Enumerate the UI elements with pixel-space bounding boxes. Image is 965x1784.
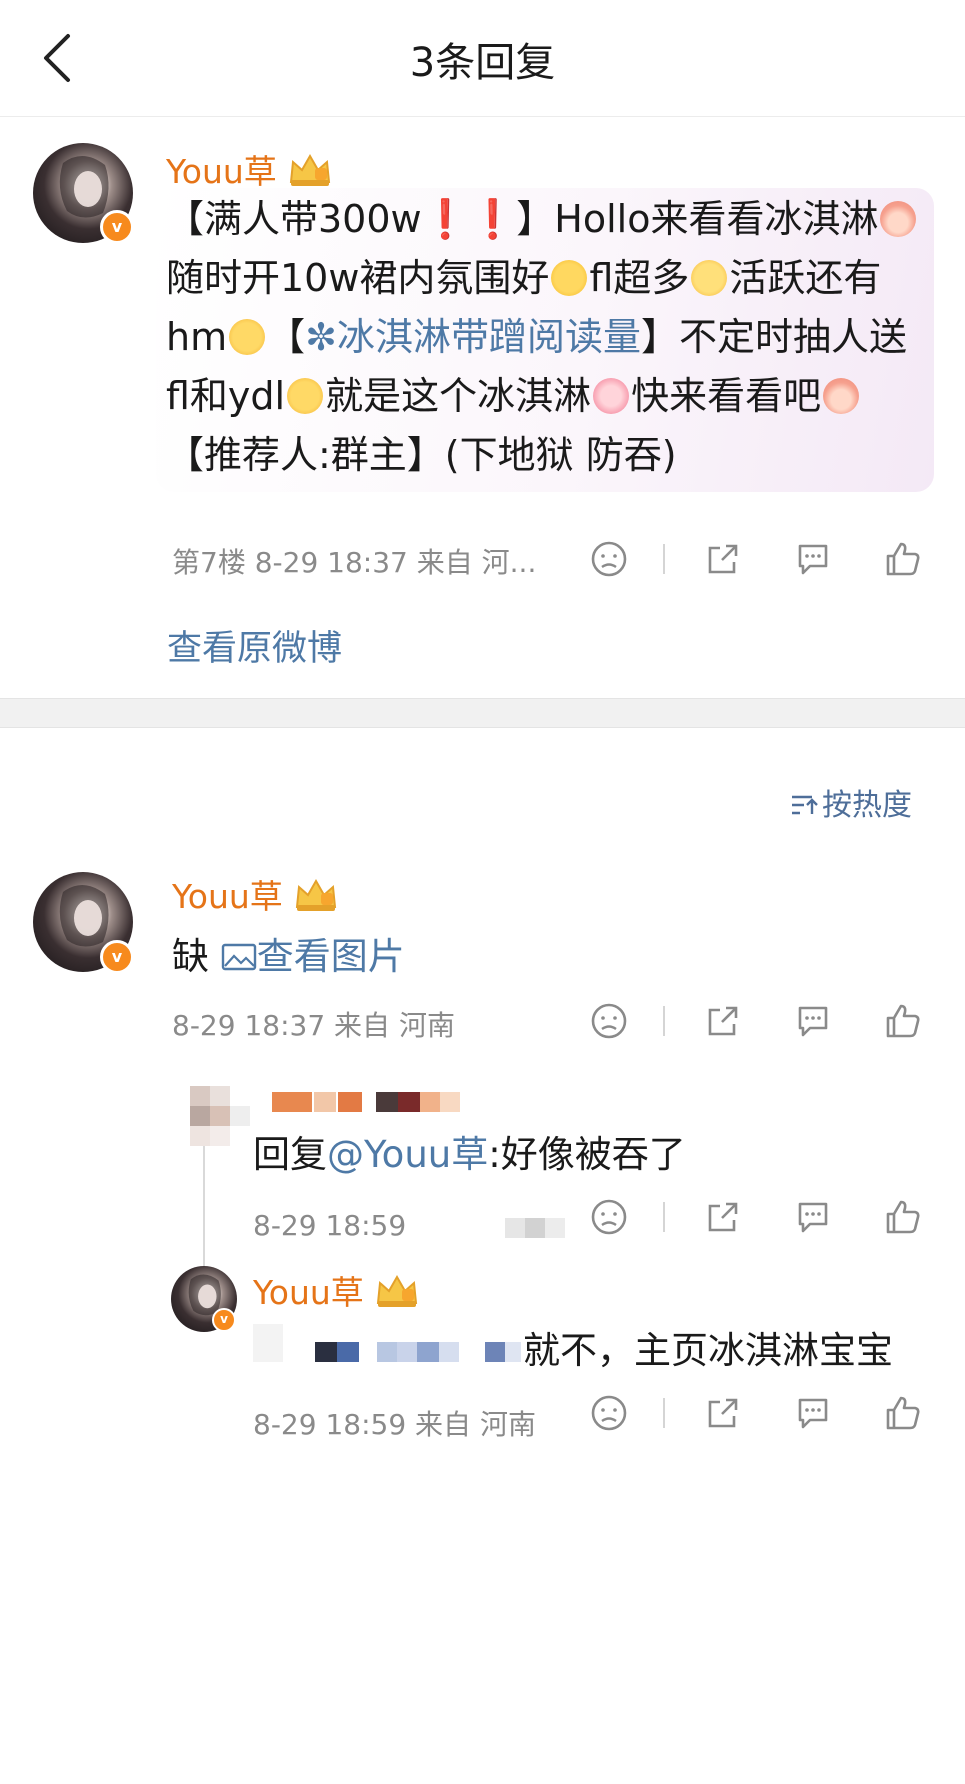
post-text-segment: 【推荐人:群主】(下地狱 防吞) [166, 433, 677, 477]
comment-text-content: 缺 [172, 935, 209, 978]
exclamation-icon: ❗ [468, 197, 517, 241]
verified-badge-icon: v [100, 940, 134, 974]
reply-author[interactable]: Youu草 [253, 1266, 420, 1317]
hug-emoji-icon [691, 260, 728, 296]
reply-text: 就不，主页冰淇淋宝宝 [523, 1329, 893, 1372]
separator [663, 1398, 665, 1428]
comment-icon[interactable] [792, 1000, 834, 1042]
dislike-icon[interactable] [588, 1000, 630, 1042]
comment-meta: 8-29 18:37 来自 河南 [172, 1009, 455, 1042]
dislike-icon[interactable] [588, 1196, 630, 1238]
share-icon[interactable] [702, 1196, 744, 1238]
like-icon[interactable] [882, 1392, 924, 1434]
reply-meta: 8-29 18:59 [253, 1209, 407, 1242]
sort-by-heat-button[interactable]: 按热度 [790, 780, 912, 824]
blurred-reply-mention [253, 1324, 523, 1364]
section-divider [0, 698, 965, 728]
kiss-emoji-icon [551, 260, 588, 296]
post-text-segment: 快来看看吧 [631, 374, 822, 418]
verified-badge-icon: v [100, 210, 134, 244]
reply-content: :好像被吞了 [488, 1133, 686, 1176]
view-original-link[interactable]: 查看原微博 [167, 620, 342, 671]
topic-link[interactable]: ✼冰淇淋带蹭阅读量 [305, 315, 641, 359]
sort-icon [790, 788, 822, 823]
post-text-segment: 就是这个冰淇淋 [325, 374, 592, 418]
page-title: 3条回复 [409, 40, 556, 86]
share-icon[interactable] [702, 1000, 744, 1042]
post-text-segment: 【 [267, 315, 306, 359]
comment-author[interactable]: Youu草 [172, 870, 339, 921]
like-icon[interactable] [882, 1196, 924, 1238]
blurred-location [505, 1218, 565, 1238]
top-bar: 3条回复 [0, 0, 965, 117]
flower-emoji-icon [287, 378, 324, 414]
blurred-username[interactable] [272, 1092, 462, 1114]
crown-badge-icon [374, 1273, 420, 1317]
reply-author-name: Youu草 [253, 1273, 364, 1312]
reply-meta: 8-29 18:59 来自 河南 [253, 1408, 536, 1441]
verified-badge-icon: v [212, 1308, 236, 1332]
ice-cream-emoji-icon [880, 201, 917, 237]
reply-prefix: 回复 [253, 1133, 327, 1176]
view-image-label: 查看图片 [256, 935, 405, 978]
post-text: 【满人带300w❗❗】Hollo来看看冰淇淋随时开10w裙内氛围好 fl超多 活跃还… [166, 190, 926, 485]
share-icon[interactable] [702, 1392, 744, 1434]
sort-label: 按热度 [822, 788, 912, 823]
dislike-icon[interactable] [588, 538, 630, 580]
share-icon[interactable] [702, 538, 744, 580]
comment-icon[interactable] [792, 1392, 834, 1434]
dislike-icon[interactable] [588, 1392, 630, 1434]
comment-icon[interactable] [792, 538, 834, 580]
post-text-segment: 随时开10w裙内氛围好 [166, 256, 550, 300]
comment-text: 缺 查看图片 [172, 926, 405, 980]
exclamation-icon: ❗ [421, 197, 469, 241]
post-text-segment: 【满人带300w [166, 197, 422, 241]
ice-cream-emoji-icon [823, 378, 860, 414]
post-meta: 第7楼 8-29 18:37 来自 河... [172, 546, 537, 579]
like-icon[interactable] [882, 1000, 924, 1042]
separator [663, 1006, 665, 1036]
comment-icon[interactable] [792, 1196, 834, 1238]
comment-author-name: Youu草 [172, 877, 283, 916]
reply-text: 回复@Youu草:好像被吞了 [253, 1124, 686, 1178]
separator [663, 544, 665, 574]
wink-emoji-icon [229, 319, 266, 355]
post-author-name: Youu草 [166, 152, 277, 191]
blurred-avatar[interactable] [190, 1086, 250, 1146]
view-image-link[interactable]: 查看图片 [221, 935, 405, 978]
separator [663, 1202, 665, 1232]
post-text-segment: fl超多 [589, 256, 690, 300]
crown-badge-icon [293, 877, 339, 921]
heart-eyes-emoji-icon [593, 378, 630, 414]
mention-link[interactable]: @Youu草 [327, 1133, 488, 1176]
like-icon[interactable] [882, 538, 924, 580]
post-text-segment: 】Hollo来看看冰淇淋 [516, 197, 879, 241]
image-icon [221, 943, 256, 971]
